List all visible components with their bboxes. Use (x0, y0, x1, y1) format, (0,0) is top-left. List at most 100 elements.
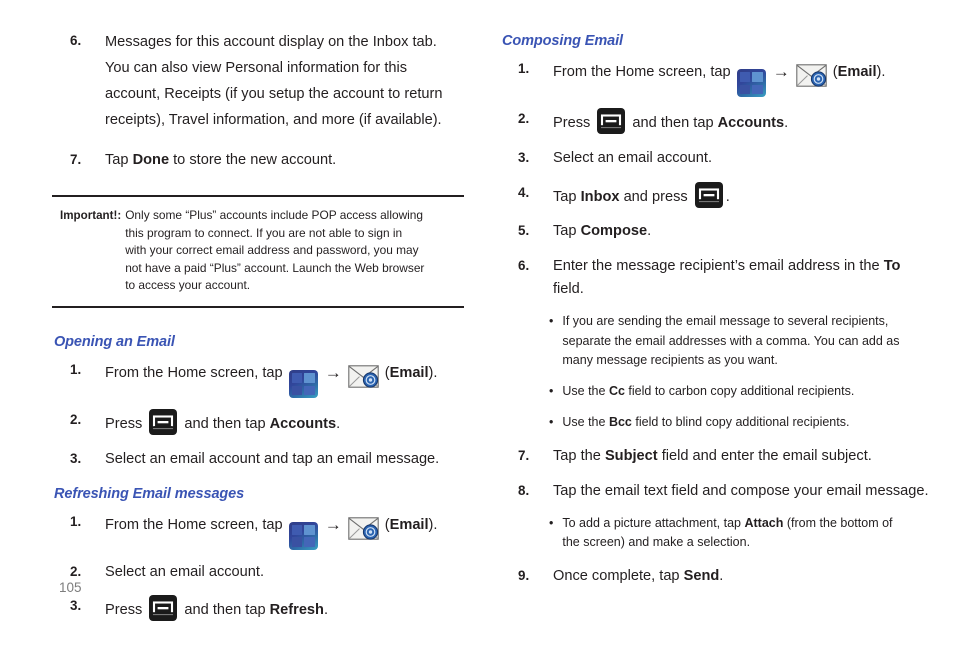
step-number: 3. (518, 149, 530, 165)
step-text-tail: field and enter the email subject. (657, 448, 872, 465)
arrow-icon: → (324, 514, 342, 534)
step-text-tail: . (719, 567, 724, 584)
step-text-tail: . (784, 115, 789, 132)
step-text-tail: . (647, 223, 652, 240)
step-text-pre: Tap the (553, 448, 605, 465)
apps-grid-icon[interactable] (288, 370, 318, 399)
list-item: • To add a picture attachment, tap Attach… (549, 513, 913, 552)
note-label: Important!: (60, 209, 122, 223)
step-text-tail: ). (428, 365, 438, 382)
step-text-pre: Once complete, tap (553, 567, 684, 584)
bullet-text-pre: To add a picture attachment, tap (562, 514, 745, 530)
step-text-pre: Press (105, 602, 147, 619)
step-text-bold: Subject (604, 448, 658, 465)
email-envelope-icon[interactable] (346, 516, 381, 544)
step-text-bold: Email (389, 365, 429, 382)
step-text-post: ( (380, 365, 390, 382)
step-text: Select an email account. (105, 563, 264, 580)
bullet-text-post: field to carbon copy additional recipien… (624, 383, 855, 399)
bullet-text: If you are sending the email message to … (562, 313, 900, 368)
step-text-pre: Tap (553, 188, 581, 205)
step-text-tail: . (323, 602, 329, 619)
step-number: 7. (70, 151, 82, 167)
step-list: 1. From the Home screen, tap → (Email). … (52, 359, 464, 472)
section-opening-an-email: Opening an Email 1. From the Home screen… (52, 334, 464, 472)
bullet-icon: • (549, 514, 554, 530)
arrow-icon: → (772, 62, 790, 81)
list-item: 7. Tap the Subject field and enter the e… (500, 445, 930, 469)
continued-step-list: 6. Messages for this account display on … (52, 30, 464, 173)
step-number: 3. (70, 598, 82, 614)
list-item: 1. From the Home screen, tap → (Email). (52, 511, 464, 550)
step-number: 9. (518, 567, 530, 583)
step-text-post: to store the new account. (169, 151, 337, 168)
apps-grid-icon[interactable] (736, 69, 766, 98)
step-text-bold: Email (389, 516, 429, 533)
step-text-mid: and then tap (628, 115, 718, 132)
step-text-bold: To (883, 257, 901, 274)
list-item: 5. Tap Compose. (500, 220, 930, 244)
list-item: • Use the Bcc field to blind copy additio… (549, 412, 913, 432)
left-column: 6. Messages for this account display on … (52, 0, 464, 666)
section-heading: Composing Email (502, 33, 623, 49)
step-number: 3. (70, 450, 82, 466)
section-heading: Refreshing Email messages (54, 485, 245, 502)
list-item: 9. Once complete, tap Send. (500, 565, 930, 589)
step-list-final: 9. Once complete, tap Send. (500, 565, 930, 589)
apps-grid-icon[interactable] (288, 521, 318, 550)
list-item: 2. Press and then tap Accounts. (52, 409, 464, 437)
menu-key-icon[interactable] (694, 181, 723, 208)
bullet-list-after-step-6: • If you are sending the email message to… (500, 311, 930, 431)
page-number: 105 (59, 580, 82, 595)
step-number: 4. (518, 184, 530, 200)
step-number: 2. (70, 412, 82, 428)
step-number: 1. (518, 61, 530, 76)
list-item: • Use the Cc field to carbon copy additio… (549, 381, 913, 401)
step-text-bold: Refresh (269, 602, 324, 619)
bullet-icon: • (549, 383, 554, 399)
manual-page: 6. Messages for this account display on … (0, 0, 954, 636)
list-item: 3. Select an email account and tap an em… (52, 448, 464, 472)
step-text-pre: Tap (105, 151, 133, 168)
bullet-icon: • (549, 313, 554, 329)
step-text-pre: Tap (553, 223, 581, 240)
list-item: 1. From the Home screen, tap → (Email). (500, 58, 930, 98)
step-text-bold: Accounts (717, 115, 785, 132)
menu-key-icon[interactable] (149, 409, 178, 436)
bullet-text-pre: Use the (562, 413, 609, 429)
list-item: 6. Messages for this account display on … (52, 30, 464, 134)
step-text: Messages for this account display on the… (105, 34, 443, 128)
step-text-pre: From the Home screen, tap (553, 64, 735, 80)
list-item: 3. Select an email account. (500, 147, 930, 171)
step-text-tail: . (336, 416, 341, 433)
list-item: • If you are sending the email message to… (549, 311, 913, 370)
arrow-icon: → (324, 363, 342, 383)
step-text-tail: ). (876, 64, 886, 80)
step-number: 6. (70, 33, 82, 48)
step-text-mid: and then tap (180, 416, 270, 433)
list-item: 6. Enter the message recipient’s email a… (500, 255, 930, 302)
step-text-bold: Inbox (580, 188, 620, 205)
important-note: Important!: Only some “Plus” accounts in… (52, 194, 464, 309)
step-number: 7. (518, 448, 530, 464)
step-text-tail: field. (553, 281, 584, 298)
step-text-mid: and press (619, 188, 692, 205)
step-text-post: ( (828, 64, 838, 80)
list-item: 1. From the Home screen, tap → (Email). (52, 359, 464, 399)
menu-key-icon[interactable] (149, 595, 178, 622)
step-number: 8. (518, 482, 530, 498)
step-text: Tap the email text field and compose you… (553, 482, 929, 499)
step-text: Select an email account. (553, 149, 712, 166)
step-text-tail: . (725, 188, 730, 205)
bullet-text-bold: Attach (744, 514, 784, 530)
step-text-bold: Compose (580, 223, 648, 240)
step-number: 5. (518, 223, 530, 239)
bullet-icon: • (549, 413, 554, 429)
email-envelope-icon[interactable] (346, 365, 381, 392)
step-text-bold: Accounts (269, 416, 337, 433)
email-envelope-icon[interactable] (794, 64, 829, 91)
step-text-bold: Done (132, 151, 170, 168)
step-number: 1. (70, 362, 82, 378)
bullet-text-bold: Bcc (608, 413, 632, 429)
menu-key-icon[interactable] (597, 108, 626, 135)
